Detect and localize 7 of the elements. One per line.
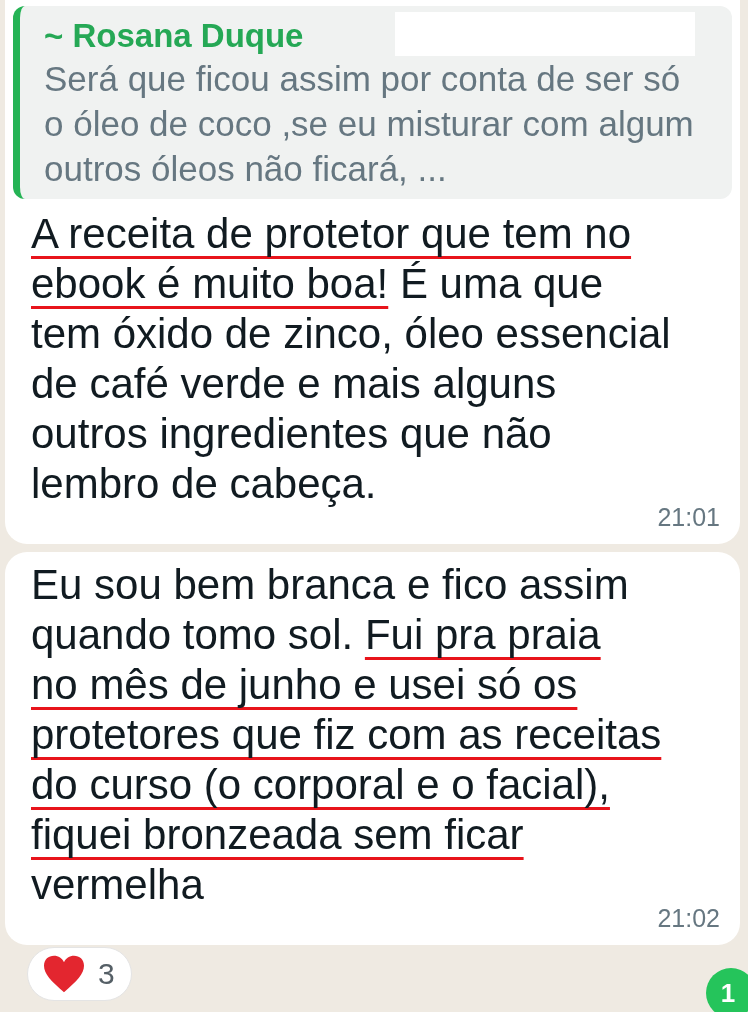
heart-icon — [42, 954, 86, 994]
quoted-message[interactable]: ~ Rosana Duque Será que ficou assim por conta de ser só o óleo de coco ,se eu misturar com algum outros óleos não ficará, ... — [13, 6, 732, 199]
reaction-count: 3 — [98, 957, 115, 991]
unread-badge[interactable]: 1 — [706, 968, 748, 1012]
quote-text: Será que ficou assim por conta de ser só o óleo de coco ,se eu misturar com algum outros óleos não ficará, ... — [44, 58, 695, 190]
reaction-pill[interactable]: 3 — [27, 947, 132, 1001]
quote-author: ~ Rosana Duque — [44, 16, 304, 56]
